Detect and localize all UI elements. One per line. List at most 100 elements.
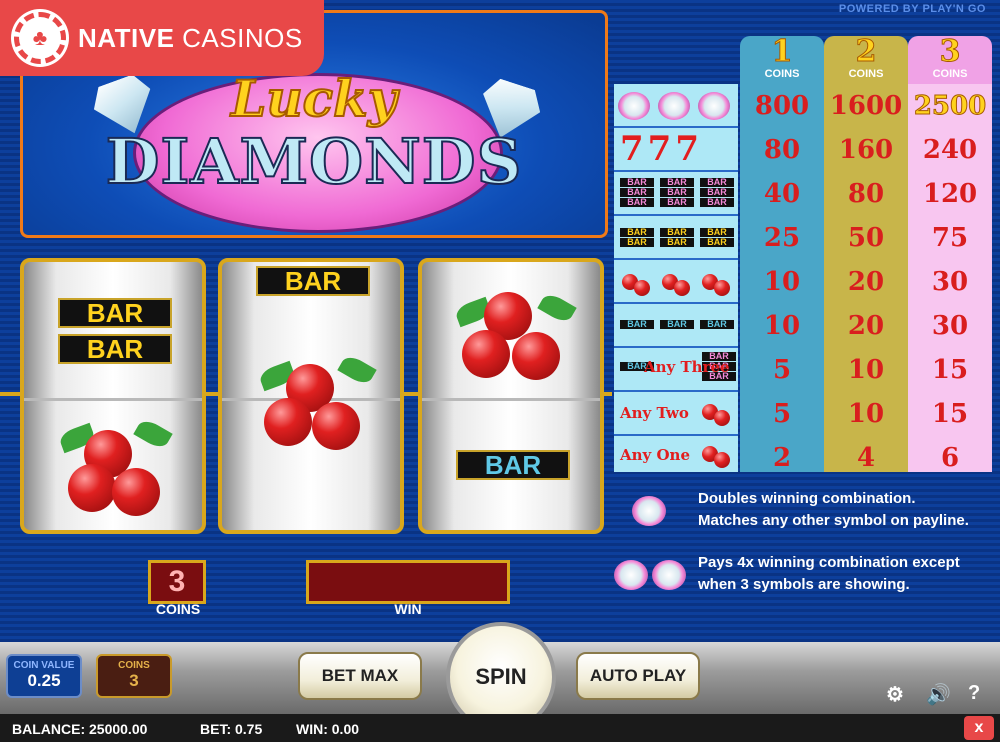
close-button[interactable]: x — [964, 716, 994, 740]
paytable-row — [614, 84, 738, 128]
paytable-symbols: 777 BAR BAR BAR BAR BAR BAR BAR BAR BAR … — [614, 84, 738, 472]
pay-value: 20 — [847, 311, 885, 341]
bar-symbol: BAR — [700, 198, 734, 207]
pay-value: 40 — [763, 179, 801, 209]
bar-symbol: BAR — [700, 238, 734, 247]
pay-value: 30 — [931, 311, 969, 341]
paytable-row: Any Two — [614, 392, 738, 436]
pay-value: 15 — [931, 399, 969, 429]
bar-symbol: BAR — [660, 228, 694, 237]
cherry-icon — [54, 412, 184, 522]
maple-leaf-icon: ♣ — [14, 12, 66, 64]
bar-symbol: BAR — [620, 188, 654, 197]
cherry-icon — [674, 280, 690, 296]
bar-symbol: BAR — [660, 238, 694, 247]
bar-symbol: BAR — [700, 178, 734, 187]
paytable-row: BAR BAR BAR — [614, 304, 738, 348]
coins-display: 3 — [148, 560, 206, 604]
bar-symbol: BAR — [58, 298, 172, 328]
pay-value: 50 — [847, 223, 885, 253]
bar-symbol: BAR — [256, 266, 370, 296]
seven-symbol: 777 — [620, 129, 703, 169]
pay-value: 20 — [847, 267, 885, 297]
diamond-icon — [632, 496, 666, 526]
paytable-row: BAR BAR BAR BAR BAR BAR BAR BAR BAR — [614, 172, 738, 216]
coin-value-selector[interactable]: COIN VALUE 0.25 — [6, 654, 82, 698]
paytable-row: 777 — [614, 128, 738, 172]
speaker-icon[interactable]: 🔊 — [926, 682, 951, 707]
bar-symbol: BAR — [660, 320, 694, 329]
bar-symbol: BAR — [700, 320, 734, 329]
bet-max-button[interactable]: BET MAX — [298, 652, 422, 700]
paytable-row: BAR BAR BAR BAR Any Three — [614, 348, 738, 392]
coins-selector[interactable]: COINS 3 — [96, 654, 172, 698]
pay-value: 5 — [772, 355, 792, 385]
pay-value: 10 — [847, 355, 885, 385]
paytable-row: Any One — [614, 436, 738, 480]
reel-2: BAR — [218, 258, 404, 534]
paytable-header-2: 2 COINS — [824, 35, 908, 86]
pay-value: 25 — [763, 223, 801, 253]
bar-symbol: BAR — [660, 188, 694, 197]
cherry-icon — [452, 282, 582, 392]
payline-marker — [402, 392, 420, 396]
gear-icon[interactable]: ⚙ — [886, 682, 904, 707]
any-three-label: Any Three — [644, 358, 730, 376]
help-button[interactable]: ? — [968, 682, 980, 705]
payline-marker — [602, 392, 612, 396]
pay-value: 160 — [838, 135, 894, 165]
bet-readout: BET: 0.75 — [200, 721, 263, 737]
paytable-row — [614, 260, 738, 304]
paytable-header-3: 3 COINS — [908, 35, 992, 86]
coins-display-label: COINS — [155, 601, 201, 617]
pay-value: 30 — [931, 267, 969, 297]
info-single-diamond: Doubles winning combination. Matches any… — [698, 490, 969, 529]
bar-symbol: BAR — [456, 450, 570, 480]
reel-divider — [24, 398, 202, 401]
pay-value: 80 — [847, 179, 885, 209]
reel-divider — [422, 398, 600, 401]
paytable-col-2: 1600 160 80 50 20 20 10 10 4 — [824, 84, 908, 473]
pay-value: 6 — [940, 443, 960, 473]
pay-value: 800 — [754, 91, 810, 121]
pay-value: 75 — [931, 223, 969, 253]
reel-3: BAR — [418, 258, 604, 534]
paytable-col-1: 800 80 40 25 10 10 5 5 2 — [740, 84, 824, 473]
bar-symbol: BAR — [58, 334, 172, 364]
pay-value: 80 — [763, 135, 801, 165]
diamond-icon — [614, 560, 648, 590]
cherry-icon — [714, 280, 730, 296]
diamond-icon — [698, 92, 730, 120]
bar-symbol: BAR — [660, 178, 694, 187]
bar-symbol: BAR — [620, 198, 654, 207]
cherry-icon — [634, 280, 650, 296]
any-two-label: Any Two — [620, 404, 689, 422]
cherry-icon — [256, 346, 386, 456]
pay-value: 4 — [856, 443, 876, 473]
bar-symbol: BAR — [700, 188, 734, 197]
paytable-header-1: 1 COINS — [740, 35, 824, 86]
paytable-row: BAR BAR BAR BAR BAR BAR — [614, 216, 738, 260]
bar-symbol: BAR — [660, 198, 694, 207]
powered-by-label: POWERED BY PLAY'N GO — [838, 3, 986, 15]
balance-readout: BALANCE: 25000.00 — [12, 721, 148, 737]
cherry-icon — [714, 452, 730, 468]
diamond-icon — [652, 560, 686, 590]
bar-symbol: BAR — [620, 178, 654, 187]
pay-value: 10 — [763, 311, 801, 341]
pay-value: 5 — [772, 399, 792, 429]
pay-value: 2 — [772, 443, 792, 473]
watermark-text: NATIVE CASINOS — [78, 22, 303, 53]
pay-value: 240 — [922, 135, 978, 165]
cherry-icon — [714, 410, 730, 426]
bar-symbol: BAR — [700, 228, 734, 237]
paytable-col-3: 2500 240 120 75 30 30 15 15 6 — [908, 84, 992, 473]
pay-value: 15 — [931, 355, 969, 385]
any-one-label: Any One — [620, 446, 690, 464]
auto-play-button[interactable]: AUTO PLAY — [576, 652, 700, 700]
jackpot-value: 2500 — [913, 91, 987, 122]
diamond-icon — [658, 92, 690, 120]
pay-value: 120 — [922, 179, 978, 209]
status-bar: BALANCE: 25000.00 BET: 0.75 WIN: 0.00 — [0, 714, 1000, 742]
pay-value: 1600 — [829, 91, 903, 121]
